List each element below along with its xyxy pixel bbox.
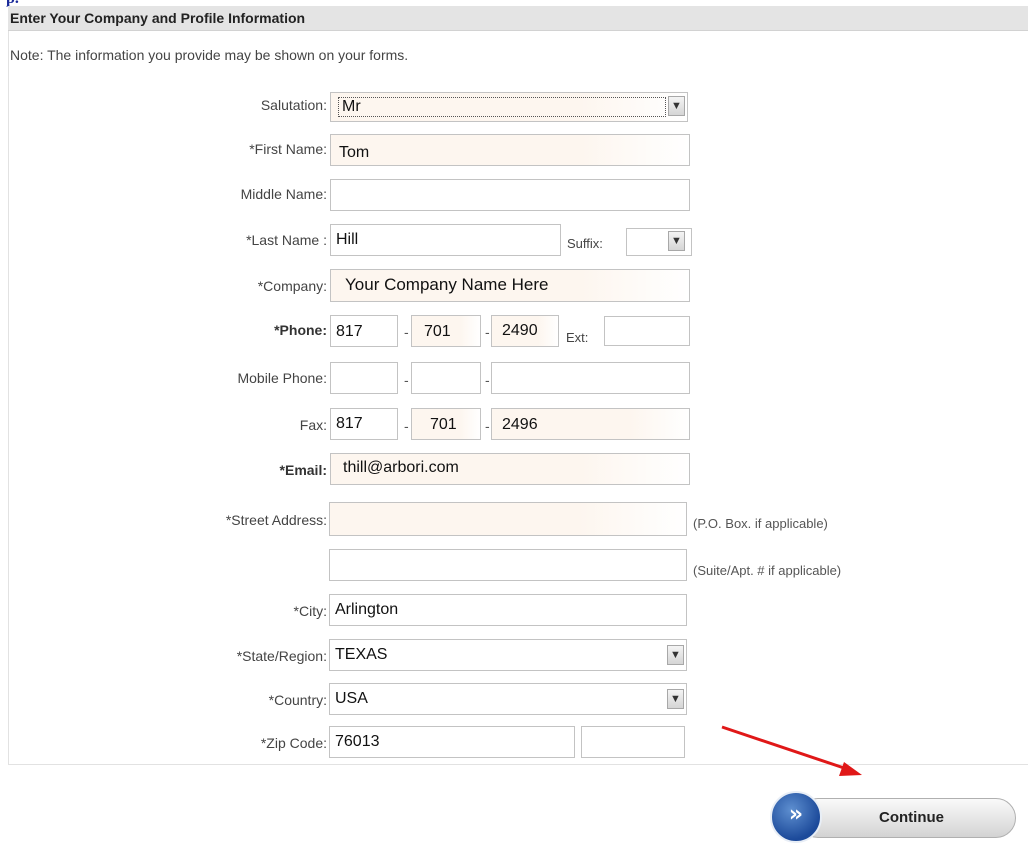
country-value: USA [335,690,368,707]
continue-pill: Continue [798,798,1016,838]
state-label: *State/Region: [236,648,327,664]
phone-prefix-field[interactable]: 701 [411,315,481,347]
mobile-phone-label: Mobile Phone: [237,370,327,386]
street-address-label: *Street Address: [225,512,327,528]
city-field[interactable]: Arlington [329,594,687,626]
phone-line-field[interactable]: 2490 [491,315,559,347]
email-label: *Email: [279,462,327,478]
phone-ext-label: Ext: [566,330,589,345]
chevron-down-icon[interactable]: ▼ [668,96,685,116]
mobile-prefix-field[interactable] [411,362,481,394]
fax-area-field[interactable]: 817 [330,408,398,440]
mobile-dash: - [404,372,409,388]
fax-prefix-field[interactable]: 701 [411,408,481,440]
mobile-dash: - [485,372,490,388]
phone-ext-field[interactable] [604,316,690,346]
phone-dash: - [404,324,409,340]
double-chevron-right-icon: » [770,791,822,843]
first-name-field[interactable]: Tom [330,134,690,166]
state-select[interactable]: TEXAS ▼ [329,639,687,671]
last-name-field[interactable]: Hill [330,224,561,256]
salutation-value: Mr [338,97,666,117]
continue-label: Continue [879,809,944,826]
chevron-down-icon[interactable]: ▼ [667,689,684,709]
zip-ext-field[interactable] [581,726,685,758]
suffix-label: Suffix: [567,236,603,251]
fax-dash: - [485,418,490,434]
middle-name-field[interactable] [330,179,690,211]
city-label: *City: [293,603,327,619]
street-address-field[interactable] [329,502,687,536]
phone-dash: - [485,324,490,340]
zip-field[interactable]: 76013 [329,726,575,758]
company-field[interactable]: Your Company Name Here [330,269,690,302]
first-name-label: *First Name: [249,141,327,157]
fax-label: Fax: [299,417,327,433]
form-note: Note: The information you provide may be… [10,47,409,63]
email-field[interactable]: thill@arbori.com [330,453,690,485]
continue-button[interactable]: Continue » [768,790,1018,843]
phone-area-field[interactable]: 817 [330,315,398,347]
phone-label: *Phone: [274,322,327,338]
mobile-line-field[interactable] [491,362,690,394]
chevron-down-icon[interactable]: ▼ [667,645,684,665]
fax-dash: - [404,418,409,434]
street-address-2-field[interactable] [329,549,687,581]
zip-label: *Zip Code: [260,735,327,751]
country-label: *Country: [268,692,327,708]
red-arrow-icon [721,725,862,776]
country-select[interactable]: USA ▼ [329,683,687,715]
middle-name-label: Middle Name: [240,186,327,202]
mobile-area-field[interactable] [330,362,398,394]
fax-line-field[interactable]: 2496 [491,408,690,440]
state-value: TEXAS [335,646,388,663]
chevron-down-icon[interactable]: ▼ [668,231,685,251]
section-header: Enter Your Company and Profile Informati… [8,6,1028,31]
company-label: *Company: [257,278,327,294]
salutation-label: Salutation: [260,97,327,113]
street-address-hint: (P.O. Box. if applicable) [693,516,828,531]
section-title: Enter Your Company and Profile Informati… [10,10,306,26]
street-address-2-hint: (Suite/Apt. # if applicable) [693,563,842,578]
last-name-label: *Last Name : [246,232,327,248]
salutation-select[interactable]: Mr ▼ [330,92,688,122]
